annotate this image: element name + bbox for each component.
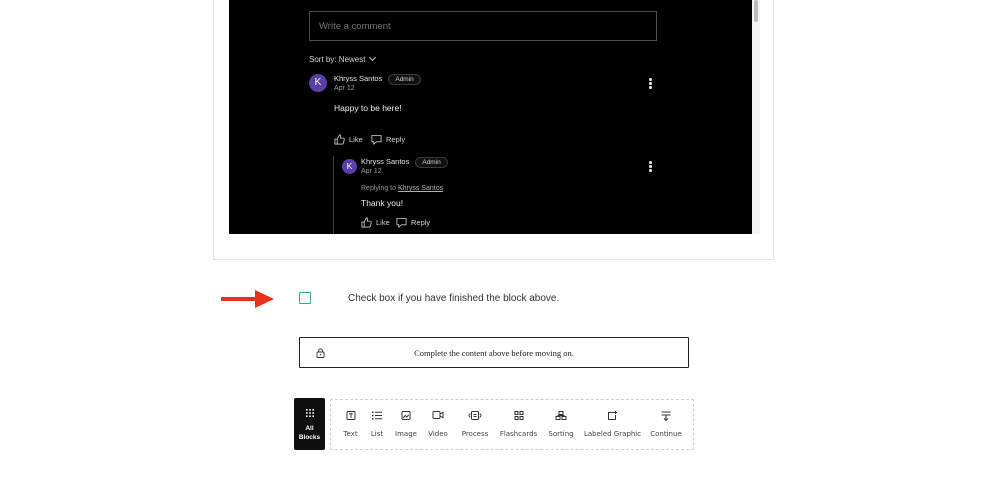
reply-label: Reply	[411, 218, 431, 227]
replying-to-link[interactable]: Khryss Santos	[398, 185, 443, 192]
like-button[interactable]: Like	[334, 134, 363, 145]
grid-icon	[306, 409, 314, 417]
video-block-icon	[432, 411, 444, 419]
embed-left-gutter	[229, 0, 309, 234]
block-continue-button[interactable]: Continue	[650, 400, 682, 449]
like-button[interactable]: Like	[361, 217, 390, 228]
author-name[interactable]: Khryss Santos	[361, 157, 409, 166]
block-label: Video	[428, 430, 448, 438]
like-label: Like	[349, 135, 363, 144]
continue-block-icon	[661, 411, 671, 421]
reply-date: Apr 12	[361, 168, 382, 175]
more-options-icon[interactable]	[649, 78, 652, 90]
image-block-icon	[401, 411, 411, 420]
admin-badge: Admin	[388, 74, 421, 85]
block-list-button[interactable]: List	[368, 400, 386, 449]
finished-checkbox[interactable]	[299, 292, 311, 304]
reply-text: Thank you!	[361, 198, 404, 208]
block-label: Process	[461, 430, 489, 438]
flashcards-block-icon	[514, 411, 523, 420]
labeled-graphic-block-icon	[607, 411, 617, 420]
sorting-block-icon	[555, 411, 567, 420]
reply-icon	[396, 217, 407, 228]
process-block-icon	[468, 411, 482, 420]
sort-dropdown[interactable]: Sort by: Newest	[309, 53, 377, 64]
thumbs-up-icon	[334, 134, 345, 145]
comment-date: Apr 12	[334, 85, 355, 92]
comment-text: Happy to be here!	[334, 103, 402, 113]
all-blocks-label-line2: Blocks	[298, 433, 321, 441]
list-block-icon	[372, 411, 382, 420]
continue-gate: Complete the content above before moving…	[299, 337, 689, 368]
block-flashcards-button[interactable]: Flashcards	[500, 400, 537, 449]
sort-label: Sort by: Newest	[309, 55, 366, 64]
block-video-button[interactable]: Video	[428, 400, 448, 449]
more-options-icon[interactable]	[649, 161, 652, 173]
like-label: Like	[376, 218, 390, 227]
block-sorting-button[interactable]: Sorting	[548, 400, 574, 449]
continue-message: Complete the content above before moving…	[414, 348, 574, 358]
avatar[interactable]: K	[309, 74, 327, 92]
thumbs-up-icon	[361, 217, 372, 228]
block-text-button[interactable]: Text	[341, 400, 360, 449]
block-label: Labeled Graphic	[583, 430, 642, 438]
text-block-icon	[346, 411, 355, 420]
comment-author: Khryss Santos Admin	[334, 74, 421, 85]
block-toolbar: Text List Image Video Process Flashcards…	[330, 399, 694, 450]
reply-icon	[371, 134, 382, 145]
comments-panel: Sort by: Newest K Khryss Santos Admin Apr…	[309, 0, 657, 234]
reply-button[interactable]: Reply	[396, 217, 430, 228]
reply-author: Khryss Santos Admin	[361, 157, 448, 168]
embed-right-gutter	[657, 0, 752, 234]
checkbox-label: Check box if you have finished the block…	[348, 293, 560, 304]
block-label: Continue	[650, 430, 682, 438]
block-label: Sorting	[548, 430, 574, 438]
replying-prefix: Replying to	[361, 185, 397, 192]
block-label: List	[370, 430, 384, 438]
block-process-button[interactable]: Process	[461, 400, 489, 449]
block-label: Text	[343, 430, 358, 438]
chevron-down-icon	[369, 53, 377, 62]
block-label: Image	[395, 430, 417, 438]
block-label: Flashcards	[499, 430, 538, 438]
comment-input[interactable]	[309, 11, 657, 41]
all-blocks-label: All Blocks	[294, 425, 325, 442]
replying-to: Replying to Khryss Santos	[361, 185, 443, 192]
comments-embed: Sort by: Newest K Khryss Santos Admin Apr…	[229, 0, 752, 234]
thread-line	[333, 156, 334, 234]
author-name[interactable]: Khryss Santos	[334, 74, 382, 83]
all-blocks-label-line1: All	[305, 425, 314, 432]
reply-button[interactable]: Reply	[371, 134, 405, 145]
block-labeled-graphic-button[interactable]: Labeled Graphic	[583, 400, 642, 449]
block-image-button[interactable]: Image	[395, 400, 417, 449]
all-blocks-button[interactable]: All Blocks	[294, 398, 325, 450]
avatar[interactable]: K	[342, 159, 357, 174]
reply-label: Reply	[386, 135, 406, 144]
scrollbar[interactable]	[752, 0, 760, 234]
scroll-thumb[interactable]	[754, 0, 758, 22]
arrow-right-icon	[221, 290, 274, 308]
admin-badge: Admin	[415, 157, 448, 168]
